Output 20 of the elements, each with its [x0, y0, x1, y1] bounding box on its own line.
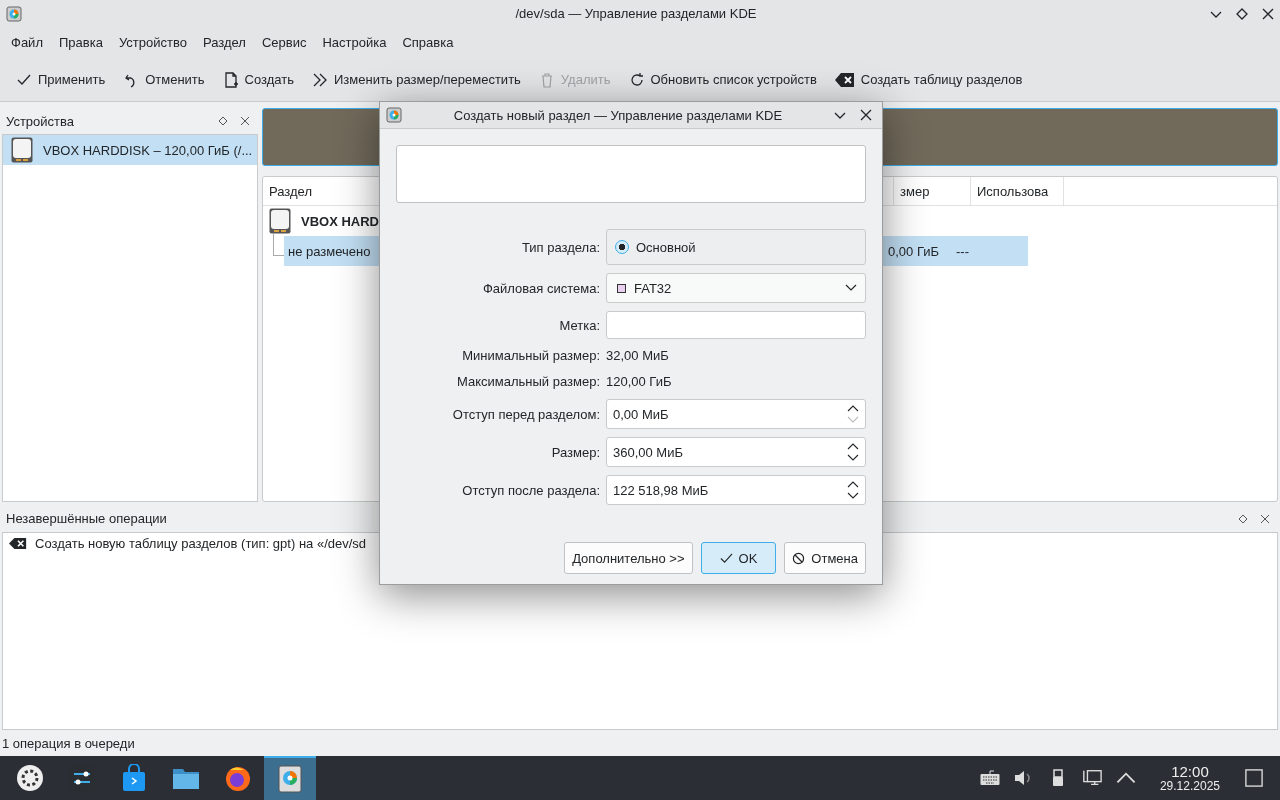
table-cell: VBOX HARD	[301, 213, 379, 229]
field-label: Файловая система:	[481, 280, 600, 296]
dialog-title: Создать новый раздел — Управление разделами KDE	[452, 107, 784, 123]
info-value: 120,00 ГиБ	[606, 373, 673, 391]
table-cell-text: ---	[955, 243, 970, 259]
field-label: Тип раздела:	[520, 239, 600, 255]
field-label: Отступ после раздела:	[461, 482, 600, 498]
info-label: Минимальный размер:	[461, 347, 600, 365]
status-text: 1 операция в очереди	[2, 735, 135, 751]
info-label: Максимальный размер:	[456, 373, 600, 391]
field-label: Размер:	[550, 444, 600, 460]
window-title: /dev/sda — Управление разделами KDE	[514, 6, 758, 22]
device-label: VBOX HARDDISK – 120,00 ГиБ (/...	[43, 142, 253, 158]
table-cell-text: не размечено	[287, 243, 372, 259]
info-value: 32,00 МиБ	[606, 347, 670, 365]
field-label: Отступ перед разделом:	[451, 406, 600, 422]
panel-title: Незавершённые операции	[6, 511, 167, 527]
field-label: Метка:	[558, 317, 600, 333]
panel-title: Устройства	[6, 113, 74, 129]
table-cell-text: 0,00 ГиБ	[887, 243, 941, 259]
